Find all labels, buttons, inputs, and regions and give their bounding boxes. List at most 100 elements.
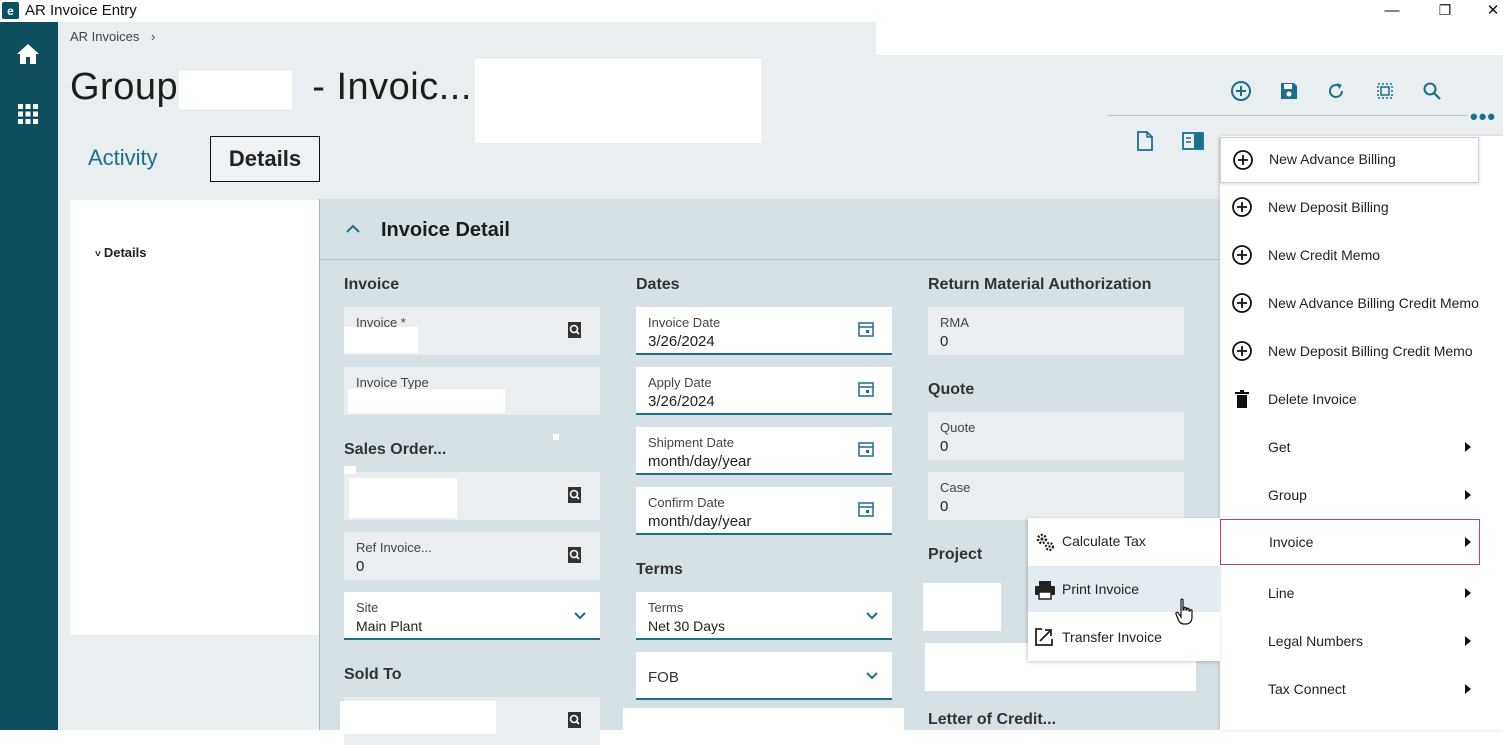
- more-actions-icon[interactable]: •••: [1470, 104, 1496, 130]
- case-field[interactable]: Case 0: [928, 472, 1184, 520]
- window-title: AR Invoice Entry: [25, 2, 137, 19]
- redacted-area: [623, 708, 904, 730]
- caret-right-icon: [1465, 490, 1471, 500]
- fob-select[interactable]: FOB: [636, 652, 892, 700]
- redacted-mark: [553, 434, 559, 440]
- toolbar-divider: [1107, 115, 1467, 116]
- rma-field[interactable]: RMA 0: [928, 307, 1184, 355]
- save-icon[interactable]: [1276, 78, 1302, 104]
- calendar-icon[interactable]: [858, 501, 878, 521]
- ref-invoice-field[interactable]: Ref Invoice... 0: [344, 532, 600, 580]
- redacted-project: [923, 583, 1001, 631]
- redacted-value: [340, 701, 496, 734]
- chevron-down-icon: [864, 668, 880, 684]
- breadcrumb[interactable]: AR Invoices ›: [70, 29, 155, 44]
- menu-item-new-credit-memo[interactable]: New Credit Memo: [1220, 233, 1479, 279]
- redacted-value: [344, 327, 418, 353]
- apply-date-field[interactable]: Apply Date 3/26/2024: [636, 367, 892, 415]
- calendar-icon[interactable]: [858, 381, 878, 401]
- search-icon[interactable]: [1419, 78, 1445, 104]
- confirm-date-field[interactable]: Confirm Date month/day/year: [636, 487, 892, 535]
- transfer-icon: [1034, 627, 1056, 649]
- home-icon[interactable]: [14, 40, 42, 68]
- invoice-field[interactable]: Invoice *: [344, 307, 600, 355]
- breadcrumb-link[interactable]: AR Invoices: [70, 29, 139, 44]
- sales-order-field[interactable]: [344, 466, 600, 520]
- restore-button[interactable]: ❐: [1430, 0, 1460, 20]
- gears-icon: [1034, 531, 1056, 553]
- menu-item-new-advance-billing-credit-memo[interactable]: New Advance Billing Credit Memo: [1220, 281, 1479, 327]
- lookup-icon[interactable]: [566, 711, 586, 731]
- trash-icon: [1231, 388, 1253, 410]
- site-select[interactable]: Site Main Plant: [344, 592, 600, 640]
- caret-right-icon: [1465, 588, 1471, 598]
- app-icon: e: [2, 2, 19, 19]
- menu-item-group[interactable]: Group: [1220, 473, 1479, 519]
- panel-toggle-icon[interactable]: [1180, 128, 1206, 154]
- left-nav: [0, 22, 58, 730]
- sold-to-field[interactable]: [340, 697, 600, 745]
- section-sales-order[interactable]: Sales Order...: [344, 441, 446, 459]
- lookup-icon[interactable]: [566, 486, 586, 506]
- redacted-invoice-id: [475, 59, 761, 143]
- tab-details[interactable]: Details: [210, 136, 320, 182]
- refresh-icon[interactable]: [1323, 78, 1349, 104]
- minimize-button[interactable]: —: [1377, 0, 1407, 20]
- caret-right-icon: [1465, 684, 1471, 694]
- invoice-date-field[interactable]: Invoice Date 3/26/2024: [636, 307, 892, 355]
- menu-item-line[interactable]: Line: [1220, 571, 1479, 617]
- section-sidebar: ˅ Details: [70, 200, 320, 635]
- plus-circle-icon: [1231, 340, 1253, 362]
- section-dates: Dates: [636, 276, 680, 293]
- caret-right-icon: [1465, 442, 1471, 452]
- menu-item-new-deposit-billing-credit-memo[interactable]: New Deposit Billing Credit Memo: [1220, 329, 1479, 375]
- menu-item-delete-invoice[interactable]: Delete Invoice: [1220, 377, 1479, 423]
- caret-right-icon: [1465, 636, 1471, 646]
- plus-circle-icon: [1231, 292, 1253, 314]
- section-terms: Terms: [636, 561, 683, 578]
- apps-grid-icon[interactable]: [14, 100, 42, 128]
- pointer-cursor-icon: [1175, 598, 1195, 626]
- submenu-item-calculate-tax[interactable]: Calculate Tax: [1028, 518, 1220, 564]
- menu-item-new-advance-billing[interactable]: New Advance Billing: [1220, 137, 1479, 183]
- add-icon[interactable]: [1228, 78, 1254, 104]
- redacted-mark: [344, 466, 356, 474]
- breadcrumb-separator: ›: [151, 29, 156, 44]
- close-window-button[interactable]: ✕: [1483, 0, 1503, 20]
- menu-item-new-deposit-billing[interactable]: New Deposit Billing: [1220, 185, 1479, 231]
- chevron-down-icon: [864, 608, 880, 624]
- calendar-icon[interactable]: [858, 321, 878, 341]
- plus-circle-icon: [1231, 244, 1253, 266]
- panel-title: Invoice Detail: [381, 219, 510, 241]
- section-letter-of-credit[interactable]: Letter of Credit...: [928, 711, 1056, 729]
- document-icon[interactable]: [1132, 128, 1158, 154]
- menu-item-tax-connect[interactable]: Tax Connect: [1220, 667, 1479, 713]
- redacted-value: [348, 389, 505, 413]
- layout-icon[interactable]: [1372, 78, 1398, 104]
- terms-select[interactable]: Terms Net 30 Days: [636, 592, 892, 640]
- lookup-icon[interactable]: [566, 321, 586, 341]
- quote-field[interactable]: Quote 0: [928, 412, 1184, 460]
- shipment-date-field[interactable]: Shipment Date month/day/year: [636, 427, 892, 475]
- section-invoice: Invoice: [344, 276, 400, 293]
- section-quote: Quote: [928, 381, 975, 398]
- chevron-down-icon: [572, 608, 588, 624]
- plus-circle-icon: [1231, 196, 1253, 218]
- tab-activity[interactable]: Activity: [88, 145, 158, 171]
- page-title-prefix: Group: [70, 66, 179, 108]
- section-sold-to: Sold To: [344, 666, 402, 683]
- window-titlebar: e AR Invoice Entry — ❐ ✕: [0, 0, 1503, 22]
- top-blank-area: [876, 22, 1503, 55]
- section-project: Project: [928, 546, 983, 563]
- menu-item-legal-numbers[interactable]: Legal Numbers: [1220, 619, 1479, 665]
- menu-item-invoice[interactable]: Invoice: [1220, 519, 1480, 565]
- sidebar-item-details[interactable]: ˅ Details: [95, 245, 146, 260]
- plus-circle-icon: [1232, 149, 1254, 171]
- caret-right-icon: [1465, 537, 1471, 547]
- chevron-up-icon[interactable]: [344, 220, 364, 240]
- menu-item-get[interactable]: Get: [1220, 425, 1479, 471]
- lookup-icon[interactable]: [566, 546, 586, 566]
- calendar-icon[interactable]: [858, 441, 878, 461]
- printer-icon: [1034, 579, 1056, 601]
- invoice-type-field[interactable]: Invoice Type: [344, 367, 600, 415]
